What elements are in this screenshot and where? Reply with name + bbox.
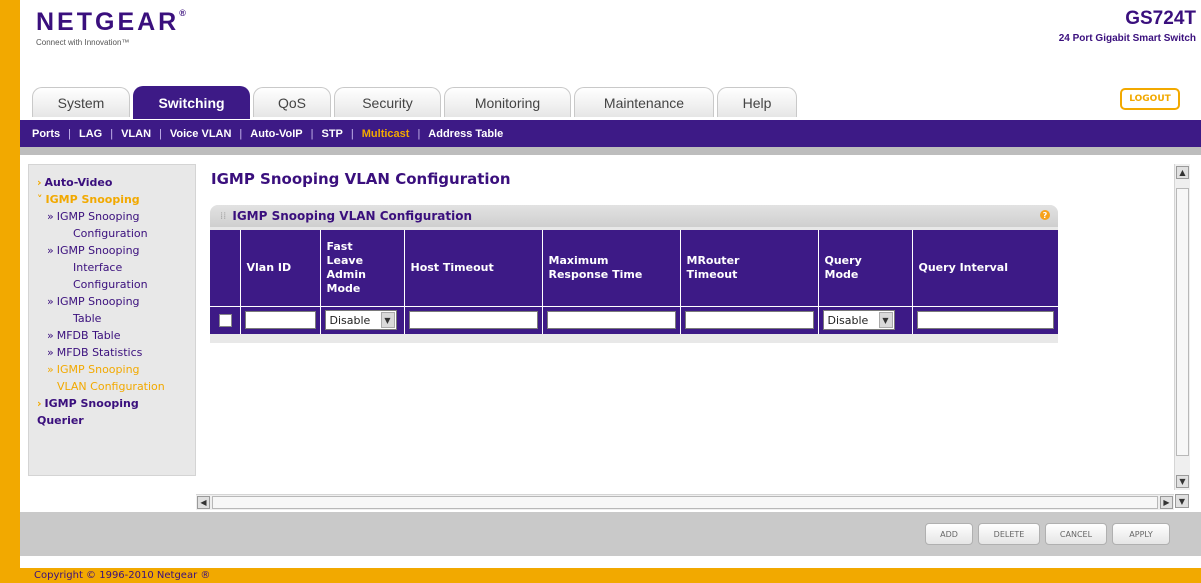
nav-igmp-snooping-configuration[interactable]: » IGMP Snooping Configuration <box>37 208 195 242</box>
main-tabs: System Switching QoS Security Monitoring… <box>32 86 800 119</box>
delete-button[interactable]: DELETE <box>978 523 1040 545</box>
column-host-timeout: Host Timeout <box>404 230 543 306</box>
action-bar: ADD DELETE CANCEL APPLY <box>20 512 1201 556</box>
nav-igmp-snooping-vlan-configuration[interactable]: » IGMP Snooping VLAN Configuration <box>37 361 195 395</box>
horizontal-scrollbar[interactable]: ◀ ▶ <box>196 494 1174 510</box>
vlan-config-table: Vlan ID Fast Leave Admin Mode Host Timeo… <box>210 230 1058 334</box>
query-interval-input[interactable] <box>916 311 1054 330</box>
nav-igmp-snooping-querier[interactable]: › IGMP Snooping Querier <box>37 395 195 429</box>
netgear-logo: NETGEAR® <box>36 8 186 36</box>
bullet-icon: » <box>47 210 54 223</box>
scroll-up-icon[interactable]: ▲ <box>1176 166 1189 179</box>
action-buttons: ADD DELETE CANCEL APPLY <box>920 523 1170 545</box>
apply-button[interactable]: APPLY <box>1112 523 1170 545</box>
tab-maintenance[interactable]: Maintenance <box>574 87 714 117</box>
column-max-response-time: Maximum Response Time <box>542 230 681 306</box>
chevron-right-icon: › <box>37 397 42 410</box>
scroll-down-icon[interactable]: ▼ <box>1176 475 1189 488</box>
nav-igmp-snooping-table[interactable]: » IGMP Snooping Table <box>37 293 195 327</box>
chevron-down-icon: ▼ <box>878 312 893 329</box>
subnav-stp[interactable]: STP <box>321 128 342 140</box>
fast-leave-admin-mode-select[interactable]: Disable ▼ <box>324 310 397 331</box>
column-query-interval: Query Interval <box>918 260 1009 274</box>
cancel-button[interactable]: CANCEL <box>1045 523 1107 545</box>
vertical-scrollbar[interactable]: ▲ ▼ <box>1174 164 1190 490</box>
scroll-left-icon[interactable]: ◀ <box>197 496 210 509</box>
vlan-id-input[interactable] <box>244 311 316 330</box>
table-header-row: Vlan ID Fast Leave Admin Mode Host Timeo… <box>210 230 1058 306</box>
tab-security[interactable]: Security <box>334 87 441 117</box>
max-response-time-input[interactable] <box>546 311 676 330</box>
column-fast-leave-admin-mode: Fast Leave Admin Mode <box>320 230 405 306</box>
column-query-mode: Query Mode <box>818 230 913 306</box>
logout-button[interactable]: LOGOUT <box>1120 88 1180 110</box>
nav-mfdb-table[interactable]: » MFDB Table <box>37 327 195 344</box>
mrouter-timeout-input[interactable] <box>684 311 814 330</box>
subnav-address-table[interactable]: Address Table <box>428 128 503 140</box>
bullet-icon: » <box>47 295 54 308</box>
model-name: GS724T <box>1125 8 1196 29</box>
page-title: IGMP Snooping VLAN Configuration <box>211 170 511 188</box>
tab-monitoring[interactable]: Monitoring <box>444 87 571 117</box>
bullet-icon: » <box>47 363 54 376</box>
chevron-down-icon: ˅ <box>37 193 43 206</box>
table-row: Disable ▼ Disable ▼ <box>210 305 1058 334</box>
bullet-icon: » <box>47 346 54 359</box>
tab-system[interactable]: System <box>32 87 130 117</box>
select-column-header <box>210 230 241 306</box>
tab-switching[interactable]: Switching <box>133 86 250 119</box>
query-mode-select[interactable]: Disable ▼ <box>822 310 895 331</box>
nav-igmp-snooping-interface-configuration[interactable]: » IGMP Snooping Interface Configuration <box>37 242 195 293</box>
tab-qos[interactable]: QoS <box>253 87 331 117</box>
scroll-right-icon[interactable]: ▶ <box>1160 496 1173 509</box>
vertical-scroll-thumb[interactable] <box>1176 188 1189 456</box>
bullet-icon: » <box>47 244 54 257</box>
host-timeout-input[interactable] <box>408 311 538 330</box>
subnav-multicast[interactable]: Multicast <box>362 128 410 140</box>
help-icon[interactable]: ? <box>1040 210 1050 220</box>
subnav-ports[interactable]: Ports <box>32 128 60 140</box>
nav-igmp-snooping[interactable]: ˅ IGMP Snooping <box>37 191 195 208</box>
chevron-down-icon: ▼ <box>380 312 395 329</box>
left-navigation: › Auto-Video ˅ IGMP Snooping » IGMP Snoopin… <box>28 164 196 476</box>
panel-title: IGMP Snooping VLAN Configuration <box>232 209 472 223</box>
model-description: 24 Port Gigabit Smart Switch <box>1058 33 1196 44</box>
horizontal-scroll-thumb[interactable] <box>212 496 1158 509</box>
column-vlan-id: Vlan ID <box>240 230 321 306</box>
row-select-checkbox[interactable] <box>219 313 232 327</box>
tab-help[interactable]: Help <box>717 87 797 117</box>
subnav-voice-vlan[interactable]: Voice VLAN <box>170 128 232 140</box>
subnav-auto-voip[interactable]: Auto-VoIP <box>250 128 302 140</box>
tagline: Connect with Innovation™ <box>36 38 130 47</box>
nav-auto-video[interactable]: › Auto-Video <box>37 174 195 191</box>
copyright: Copyright © 1996-2010 Netgear ® <box>34 570 211 581</box>
bullet-icon: » <box>47 329 54 342</box>
column-mrouter-timeout: MRouter Timeout <box>680 230 819 306</box>
scroll-down-icon[interactable]: ▼ <box>1175 494 1189 508</box>
chevron-right-icon: › <box>37 176 42 189</box>
subnav-lag[interactable]: LAG <box>79 128 102 140</box>
subnav-vlan[interactable]: VLAN <box>121 128 151 140</box>
header-divider <box>20 147 1201 155</box>
sub-navigation: Ports | LAG | VLAN | Voice VLAN | Auto-VoIP |… <box>20 120 1201 147</box>
nav-mfdb-statistics[interactable]: » MFDB Statistics <box>37 344 195 361</box>
add-button[interactable]: ADD <box>925 523 973 545</box>
panel-header: ⁞⁞ IGMP Snooping VLAN Configuration ? <box>210 205 1058 227</box>
grip-icon: ⁞⁞ <box>220 210 227 222</box>
